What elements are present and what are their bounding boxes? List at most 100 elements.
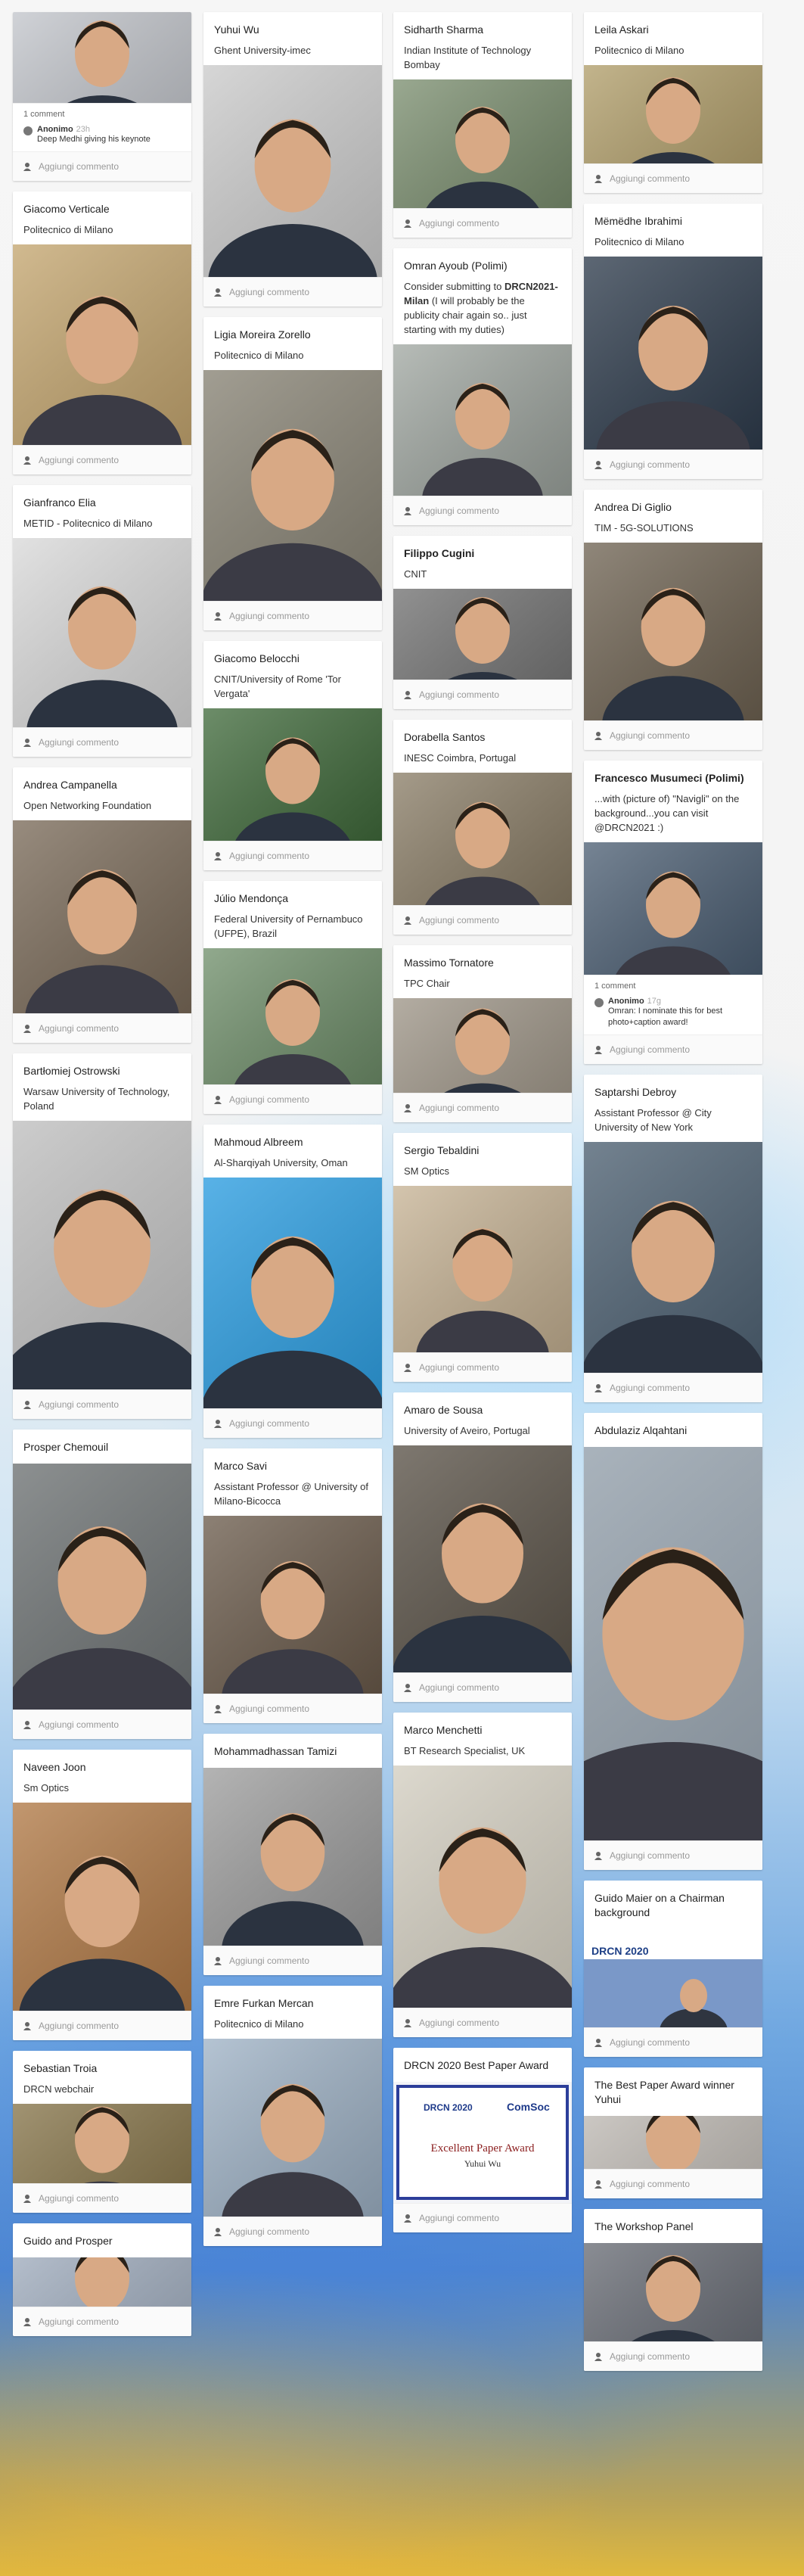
post-card[interactable]: Marco Menchetti BT Research Specialist, U…: [393, 1713, 572, 2037]
add-comment-button[interactable]: Aggiungi commento: [203, 1946, 382, 1975]
post-card[interactable]: Júlio Mendonça Federal University of Pern…: [203, 881, 382, 1114]
post-photo[interactable]: [393, 589, 572, 680]
add-comment-button[interactable]: Aggiungi commento: [584, 450, 762, 479]
post-photo[interactable]: [393, 79, 572, 208]
add-comment-button[interactable]: Aggiungi commento: [393, 905, 572, 935]
post-photo[interactable]: [203, 948, 382, 1084]
post-photo[interactable]: [393, 344, 572, 496]
add-comment-button[interactable]: Aggiungi commento: [584, 1840, 762, 1870]
add-comment-button[interactable]: Aggiungi commento: [203, 2217, 382, 2246]
post-photo[interactable]: [13, 1121, 191, 1389]
add-comment-button[interactable]: Aggiungi commento: [13, 2183, 191, 2213]
post-card[interactable]: Gianfranco Elia METID - Politecnico di Mi…: [13, 485, 191, 757]
add-comment-button[interactable]: Aggiungi commento: [203, 1084, 382, 1114]
add-comment-button[interactable]: Aggiungi commento: [584, 720, 762, 750]
add-comment-button[interactable]: Aggiungi commento: [393, 1352, 572, 1382]
post-card[interactable]: The Workshop Panel Aggiungi commento: [584, 2209, 762, 2371]
add-comment-button[interactable]: Aggiungi commento: [13, 445, 191, 474]
add-comment-button[interactable]: Aggiungi commento: [584, 163, 762, 193]
post-card[interactable]: Leila Askari Politecnico di Milano Aggiun…: [584, 12, 762, 193]
post-photo[interactable]: DRCN 2020 ComSoc Excellent Paper Award Y…: [393, 2082, 572, 2203]
post-photo[interactable]: [13, 244, 191, 445]
post-card[interactable]: Sidharth Sharma Indian Institute of Techn…: [393, 12, 572, 238]
add-comment-button[interactable]: Aggiungi commento: [203, 841, 382, 870]
post-card[interactable]: Omran Ayoub (Polimi) Consider submitting …: [393, 248, 572, 525]
post-card[interactable]: Giacomo Belocchi CNIT/University of Rome …: [203, 641, 382, 870]
post-photo[interactable]: [203, 1768, 382, 1946]
post-card[interactable]: Yuhui Wu Ghent University-imec Aggiungi c…: [203, 12, 382, 306]
add-comment-button[interactable]: Aggiungi commento: [13, 2011, 191, 2040]
post-card[interactable]: Saptarshi Debroy Assistant Professor @ Ci…: [584, 1075, 762, 1402]
post-card[interactable]: Sergio Tebaldini SM Optics Aggiungi comme…: [393, 1133, 572, 1382]
post-card[interactable]: Mëmëdhe Ibrahimi Politecnico di Milano Ag…: [584, 204, 762, 479]
post-photo[interactable]: [584, 65, 762, 163]
post-card[interactable]: Bartłomiej Ostrowski Warsaw University of…: [13, 1053, 191, 1419]
post-photo[interactable]: [203, 2039, 382, 2217]
post-card[interactable]: Giacomo Verticale Politecnico di Milano A…: [13, 191, 191, 474]
post-card[interactable]: Guido Maier on a Chairman background DRC…: [584, 1881, 762, 2057]
add-comment-button[interactable]: Aggiungi commento: [13, 2307, 191, 2336]
add-comment-button[interactable]: Aggiungi commento: [584, 2027, 762, 2057]
add-comment-button[interactable]: Aggiungi commento: [203, 1408, 382, 1438]
add-comment-button[interactable]: Aggiungi commento: [13, 1710, 191, 1739]
post-card[interactable]: Andrea Campanella Open Networking Foundat…: [13, 767, 191, 1043]
post-card[interactable]: Mahmoud Albreem Al-Sharqiyah University, …: [203, 1125, 382, 1438]
post-card[interactable]: Mohammadhassan Tamizi Aggiungi commento: [203, 1734, 382, 1975]
post-photo[interactable]: [584, 2116, 762, 2169]
post-photo[interactable]: [13, 1803, 191, 2011]
add-comment-button[interactable]: Aggiungi commento: [393, 680, 572, 709]
post-photo[interactable]: [203, 370, 382, 601]
add-comment-button[interactable]: Aggiungi commento: [584, 1034, 762, 1064]
add-comment-button[interactable]: Aggiungi commento: [203, 601, 382, 630]
add-comment-button[interactable]: Aggiungi commento: [393, 1093, 572, 1122]
post-photo[interactable]: [203, 1516, 382, 1694]
add-comment-button[interactable]: Aggiungi commento: [393, 2008, 572, 2037]
post-card[interactable]: Francesco Musumeci (Polimi) ...with (pict…: [584, 761, 762, 1064]
post-photo[interactable]: DRCN 2020: [584, 1929, 762, 2027]
add-comment-button[interactable]: Aggiungi commento: [393, 208, 572, 238]
add-comment-button[interactable]: Aggiungi commento: [393, 1672, 572, 1702]
add-comment-button[interactable]: Aggiungi commento: [13, 151, 191, 181]
post-card[interactable]: The Best Paper Award winner Yuhui Aggiun…: [584, 2067, 762, 2198]
add-comment-button[interactable]: Aggiungi commento: [584, 2169, 762, 2198]
post-photo[interactable]: [393, 1766, 572, 2008]
post-photo[interactable]: [393, 998, 572, 1093]
post-photo[interactable]: [393, 773, 572, 905]
post-card[interactable]: Guido and Prosper Aggiungi commento: [13, 2223, 191, 2336]
post-photo[interactable]: [13, 538, 191, 727]
post-photo[interactable]: [13, 820, 191, 1013]
post-card[interactable]: Abdulaziz Alqahtani Aggiungi commento: [584, 1413, 762, 1870]
post-photo[interactable]: [584, 842, 762, 975]
post-card[interactable]: Naveen Joon Sm Optics Aggiungi commento: [13, 1750, 191, 2040]
post-photo[interactable]: [13, 1464, 191, 1710]
post-photo[interactable]: [584, 1447, 762, 1840]
add-comment-button[interactable]: Aggiungi commento: [13, 1013, 191, 1043]
post-photo[interactable]: [584, 543, 762, 720]
post-card[interactable]: 1 comment Anonimo 23h Deep Medhi giving h…: [13, 12, 191, 181]
post-photo[interactable]: [13, 2104, 191, 2183]
post-card[interactable]: Marco Savi Assistant Professor @ Universi…: [203, 1448, 382, 1723]
post-card[interactable]: Ligia Moreira Zorello Politecnico di Mila…: [203, 317, 382, 630]
post-card[interactable]: Dorabella Santos INESC Coimbra, Portugal …: [393, 720, 572, 935]
post-photo[interactable]: [584, 1142, 762, 1373]
add-comment-button[interactable]: Aggiungi commento: [13, 1389, 191, 1419]
add-comment-button[interactable]: Aggiungi commento: [203, 1694, 382, 1723]
add-comment-button[interactable]: Aggiungi commento: [584, 1373, 762, 1402]
post-card[interactable]: Prosper Chemouil Aggiungi commento: [13, 1430, 191, 1739]
post-card[interactable]: DRCN 2020 Best Paper Award DRCN 2020 Com…: [393, 2048, 572, 2232]
post-photo[interactable]: [13, 2257, 191, 2307]
add-comment-button[interactable]: Aggiungi commento: [13, 727, 191, 757]
post-photo[interactable]: [203, 708, 382, 841]
post-photo[interactable]: [13, 12, 191, 103]
post-card[interactable]: Sebastian Troia DRCN webchair Aggiungi co…: [13, 2051, 191, 2213]
post-photo[interactable]: [584, 257, 762, 450]
post-card[interactable]: Massimo Tornatore TPC Chair Aggiungi comm…: [393, 945, 572, 1122]
add-comment-button[interactable]: Aggiungi commento: [584, 2341, 762, 2371]
post-card[interactable]: Emre Furkan Mercan Politecnico di Milano …: [203, 1986, 382, 2246]
post-photo[interactable]: [203, 1178, 382, 1408]
add-comment-button[interactable]: Aggiungi commento: [393, 2203, 572, 2232]
post-photo[interactable]: [393, 1445, 572, 1672]
post-photo[interactable]: [584, 2243, 762, 2341]
add-comment-button[interactable]: Aggiungi commento: [203, 277, 382, 306]
post-card[interactable]: Andrea Di Giglio TIM - 5G-SOLUTIONS Aggiu…: [584, 490, 762, 750]
